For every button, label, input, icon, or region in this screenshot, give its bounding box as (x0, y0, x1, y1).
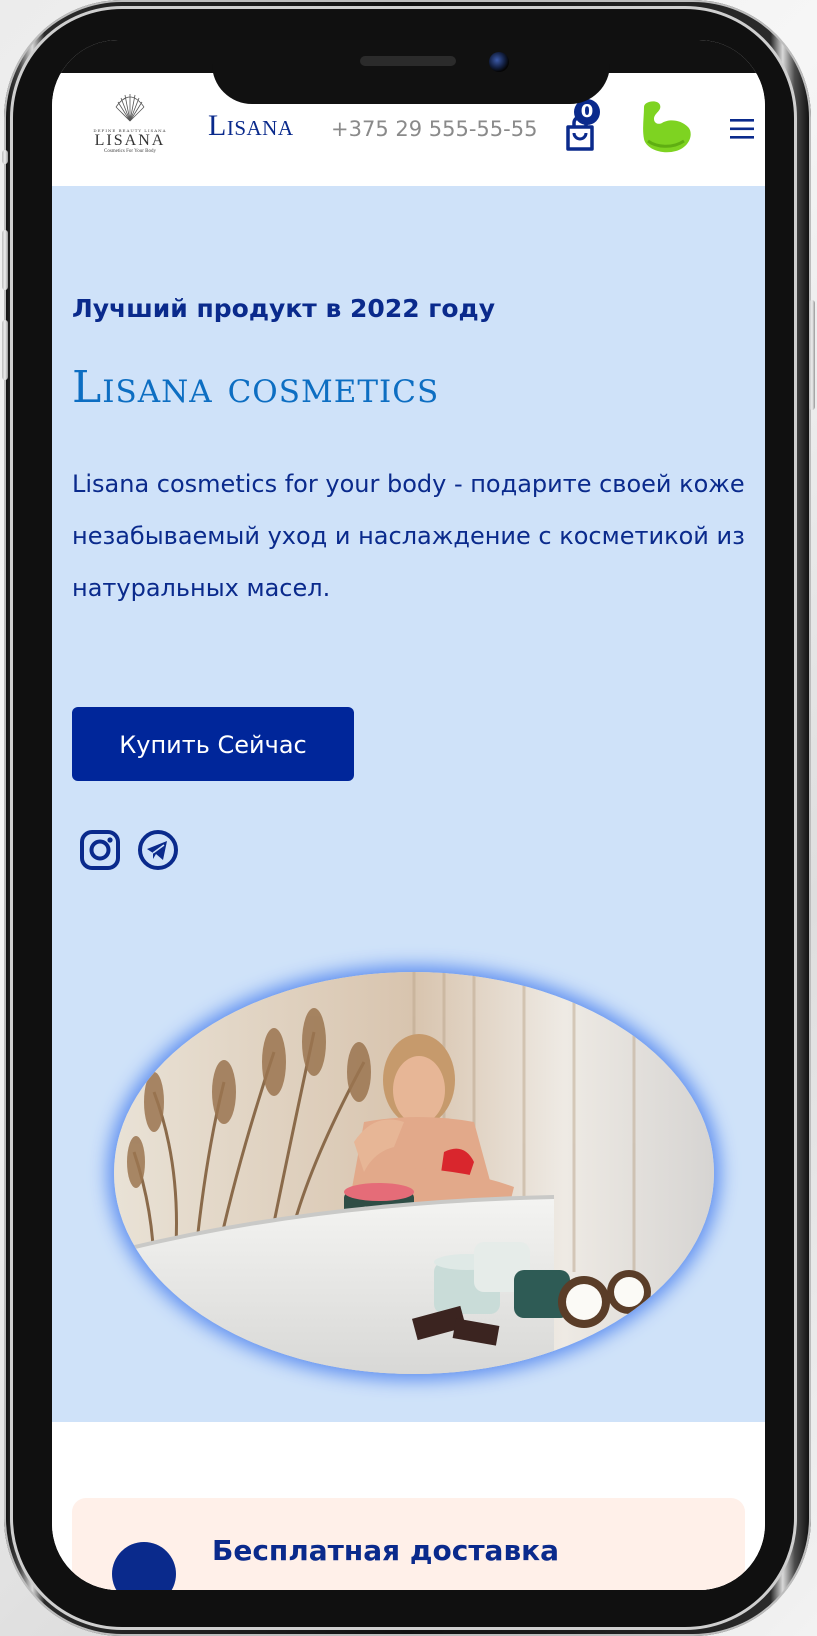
logo-fan-icon (115, 94, 145, 122)
instagram-icon[interactable] (78, 828, 122, 872)
hero-eyebrow: Лучший продукт в 2022 году (72, 294, 496, 323)
hero-photo-illustration: LISANA (114, 972, 714, 1374)
logo[interactable]: DEFINE BEAUTY LISANA LISANA Cosmetics Fo… (90, 93, 170, 167)
phone-screen: DEFINE BEAUTY LISANA LISANA Cosmetics Fo… (52, 40, 765, 1590)
logo-tagline: Cosmetics For Your Body (104, 149, 156, 154)
avatar-icon[interactable] (636, 97, 696, 157)
delivery-icon (112, 1542, 176, 1590)
hero-title: Lisana cosmetics (72, 362, 440, 413)
speaker-grille (360, 56, 456, 66)
telegram-icon[interactable] (136, 828, 180, 872)
front-camera (489, 52, 509, 72)
feature-card-delivery: Бесплатная доставка (72, 1498, 745, 1590)
menu-icon[interactable] (728, 115, 756, 143)
phone-side-button (2, 150, 8, 164)
features-section: Бесплатная доставка (52, 1422, 765, 1590)
hero-description: Lisana cosmetics for your body - подарит… (72, 470, 745, 602)
brand-name[interactable]: Lisana (208, 109, 294, 143)
phone-number[interactable]: +375 29 555-55-55 (331, 117, 537, 141)
feature-title: Бесплатная доставка (212, 1534, 560, 1567)
phone-notch (212, 40, 610, 104)
logo-name: LISANA (94, 132, 166, 149)
phone-power-button (809, 300, 815, 410)
hero-section: Лучший продукт в 2022 году Lisana cosmet… (52, 186, 765, 1422)
page: DEFINE BEAUTY LISANA LISANA Cosmetics Fo… (0, 0, 817, 1636)
hero-image: LISANA (114, 972, 714, 1374)
buy-now-button[interactable]: Купить Сейчас (72, 707, 354, 781)
phone-volume-up (2, 230, 8, 290)
phone-volume-down (2, 320, 8, 380)
